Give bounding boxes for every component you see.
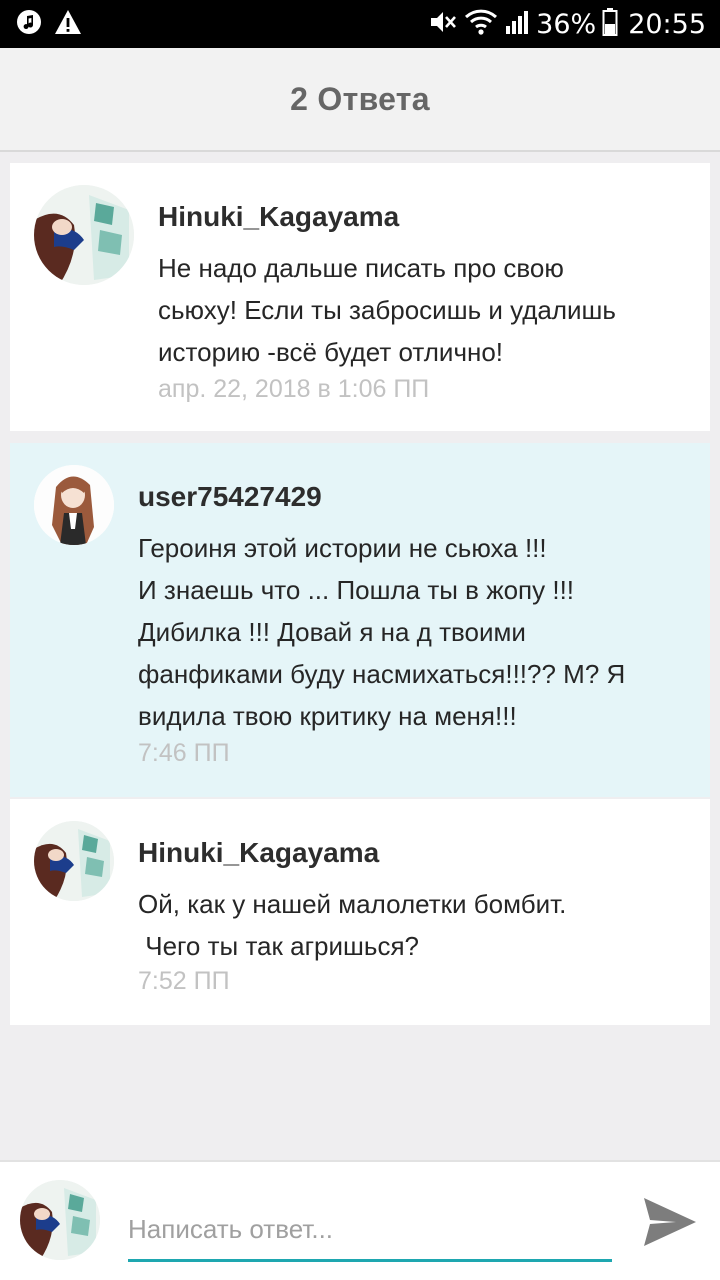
clock: 20:55 [628,8,706,40]
avatar[interactable] [34,821,114,901]
reply-composer [0,1160,720,1280]
comment-author[interactable]: Hinuki_Kagayama [138,837,379,869]
avatar[interactable] [34,185,134,285]
comment-text: Ой, как у нашей малолетки бомбит. Чего т… [138,889,567,961]
avatar[interactable] [34,465,114,545]
warning-icon [54,9,82,40]
comment-timestamp: 7:52 ПП [138,967,230,995]
music-icon [16,9,42,40]
battery-percent: 36% [536,8,597,40]
comment-card: Hinuki_Kagayama Не надо дальше писать пр… [10,163,710,431]
comment-author[interactable]: Hinuki_Kagayama [158,201,399,233]
comment-card-highlighted: user75427429 Героиня этой истории не сью… [10,443,710,797]
page-title: 2 Ответа [290,80,430,117]
mute-icon [428,8,458,41]
header: 2 Ответа [0,48,720,152]
comment-timestamp: 7:46 ПП [138,739,230,767]
comment-text: Не надо дальше писать про свою сьюху! Ес… [158,253,616,367]
status-bar: 36% 20:55 [0,0,720,48]
comment-text: Героиня этой истории не сьюха !!! И знае… [138,533,626,731]
my-avatar [20,1180,100,1260]
comment-card: Hinuki_Kagayama Ой, как у нашей малолетк… [10,799,710,1025]
reply-input[interactable] [128,1200,612,1262]
comment-timestamp: апр. 22, 2018 в 1:06 ПП [158,375,430,403]
send-icon [644,1198,696,1246]
wifi-icon [464,8,498,41]
signal-icon [504,8,530,41]
send-button[interactable] [640,1192,700,1252]
battery-icon [602,7,618,42]
comment-author[interactable]: user75427429 [138,481,322,513]
